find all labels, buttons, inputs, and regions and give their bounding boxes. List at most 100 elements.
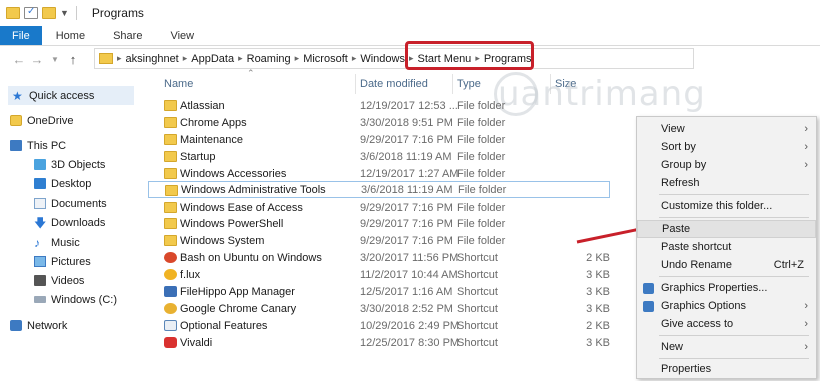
tab-view[interactable]: View [156,26,208,45]
sidebar-item-network[interactable]: Network [10,316,67,335]
menu-item-paste[interactable]: Paste [637,220,816,238]
sidebar-item-windows-c[interactable]: Windows (C:) [34,290,117,309]
file-name: Windows System [180,234,265,247]
file-row[interactable]: Startup 3/6/2018 11:19 AM File folder [148,148,610,165]
sort-ascending-icon: ⌃ [247,68,255,78]
tab-share[interactable]: Share [99,26,156,45]
file-type: Shortcut [457,285,498,298]
file-name: Startup [180,150,216,163]
chevron-right-icon[interactable]: ▸ [295,53,300,64]
recent-locations-icon[interactable]: ▼ [46,55,64,64]
menu-item-label: Properties [661,363,712,375]
customize-toolbar-icon[interactable]: ▼ [60,8,69,18]
divider [75,6,77,20]
file-row[interactable]: Bash on Ubuntu on Windows 3/20/2017 11:5… [148,249,610,266]
menu-divider [659,358,809,359]
breadcrumb-windows[interactable]: Windows [360,53,405,65]
back-icon[interactable]: ← [10,52,28,67]
menu-item-refresh[interactable]: Refresh [637,174,816,192]
flux-icon [164,269,177,280]
file-type: Shortcut [457,336,498,349]
file-name: Windows PowerShell [180,217,284,230]
breadcrumb-microsoft[interactable]: Microsoft [303,53,348,65]
menu-item-graphics-options[interactable]: Graphics Options › [637,297,816,315]
file-row[interactable]: Windows Administrative Tools 3/6/2018 11… [148,181,610,198]
file-row[interactable]: Optional Features 10/29/2016 2:49 PM Sho… [148,317,610,334]
menu-item-view[interactable]: View › [637,120,816,138]
menu-item-new[interactable]: New › [637,338,816,356]
file-name: Chrome Apps [180,116,247,129]
file-type: Shortcut [457,268,498,281]
breadcrumb-roaming[interactable]: Roaming [247,53,291,65]
menu-item-group-by[interactable]: Group by › [637,156,816,174]
file-row[interactable]: Maintenance 9/29/2017 7:16 PM File folde… [148,131,610,148]
menu-item-label: Sort by [661,141,696,153]
file-row[interactable]: Windows Accessories 12/19/2017 1:27 AM F… [148,165,610,182]
file-row[interactable]: Windows Ease of Access 9/29/2017 7:16 PM… [148,199,610,216]
menu-item-give-access[interactable]: Give access to › [637,315,816,333]
file-date: 9/29/2017 7:16 PM [360,201,453,214]
sidebar-item-onedrive[interactable]: OneDrive [10,111,73,130]
folder-icon [164,117,177,128]
column-header-name[interactable]: Name [164,75,193,93]
file-row[interactable]: Chrome Apps 3/30/2018 9:51 PM File folde… [148,114,610,131]
sidebar-item-label: This PC [27,139,67,152]
properties-quick-icon[interactable] [24,6,38,19]
menu-item-graphics-properties[interactable]: Graphics Properties... [637,279,816,297]
chevron-right-icon[interactable]: ▸ [352,53,357,64]
file-row[interactable]: Windows System 9/29/2017 7:16 PM File fo… [148,232,610,249]
column-header-date[interactable]: Date modified [360,75,428,93]
breadcrumb-appdata[interactable]: AppData [191,53,234,65]
menu-item-paste-shortcut[interactable]: Paste shortcut [637,238,816,256]
chevron-right-icon[interactable]: ▸ [117,53,122,64]
desktop-icon [34,178,46,189]
file-date: 12/19/2017 1:27 AM [360,167,459,180]
address-bar[interactable]: ▸ aksinghnet ▸ AppData ▸ Roaming ▸ Micro… [94,48,694,69]
menu-item-sort-by[interactable]: Sort by › [637,138,816,156]
sidebar-item-documents[interactable]: Documents [34,194,107,213]
chevron-right-icon[interactable]: ▸ [238,53,243,64]
file-row[interactable]: FileHippo App Manager 12/5/2017 1:16 AM … [148,283,610,300]
column-divider[interactable] [355,74,356,94]
file-date: 11/2/2017 10:44 AM [360,268,458,281]
chevron-right-icon: › [804,159,808,171]
file-row[interactable]: Atlassian 12/19/2017 12:53 ... File fold… [148,97,610,114]
file-row[interactable]: Windows PowerShell 9/29/2017 7:16 PM Fil… [148,215,610,232]
sidebar-item-this-pc[interactable]: This PC [10,136,66,155]
up-icon[interactable]: ↑ [64,52,82,67]
sidebar-item-label: Quick access [29,89,95,102]
tab-home[interactable]: Home [42,26,99,45]
column-header-type[interactable]: Type [457,75,481,93]
folder-icon [164,218,177,229]
menu-item-customize-folder[interactable]: Customize this folder... [637,197,816,215]
documents-icon [34,198,46,209]
chevron-right-icon[interactable]: ▸ [183,53,188,64]
file-type: File folder [457,167,506,180]
tab-file[interactable]: File [0,26,42,45]
sidebar-item-pictures[interactable]: Pictures [34,252,91,271]
sidebar-item-quick-access[interactable]: ★ Quick access [8,86,134,105]
onedrive-icon [10,115,22,126]
file-row[interactable]: Vivaldi 12/25/2017 8:30 PM Shortcut 3 KB [148,334,610,351]
sidebar-item-3d-objects[interactable]: 3D Objects [34,155,105,174]
chevron-right-icon: › [804,141,808,153]
file-name: Optional Features [180,319,268,332]
file-type: Shortcut [457,302,498,315]
file-size: 3 KB [586,285,610,298]
file-type: File folder [457,217,506,230]
sidebar-item-videos[interactable]: Videos [34,271,84,290]
menu-item-properties[interactable]: Properties [637,360,816,378]
menu-item-undo-rename[interactable]: Undo Rename Ctrl+Z [637,256,816,274]
file-row[interactable]: f.lux 11/2/2017 10:44 AM Shortcut 3 KB [148,266,610,283]
sidebar-item-downloads[interactable]: 🡇 Downloads [34,213,105,232]
new-folder-icon[interactable] [42,7,56,19]
forward-icon[interactable]: → [28,52,46,67]
column-divider[interactable] [452,74,453,94]
breadcrumb-aksinghnet[interactable]: aksinghnet [126,53,179,65]
folder-icon [164,100,177,111]
sidebar-item-desktop[interactable]: Desktop [34,174,91,193]
drive-icon [34,296,46,303]
sidebar-item-music[interactable]: ♪ Music [34,233,80,252]
folder-icon [164,168,177,179]
file-row[interactable]: Google Chrome Canary 3/30/2018 2:52 PM S… [148,300,610,317]
